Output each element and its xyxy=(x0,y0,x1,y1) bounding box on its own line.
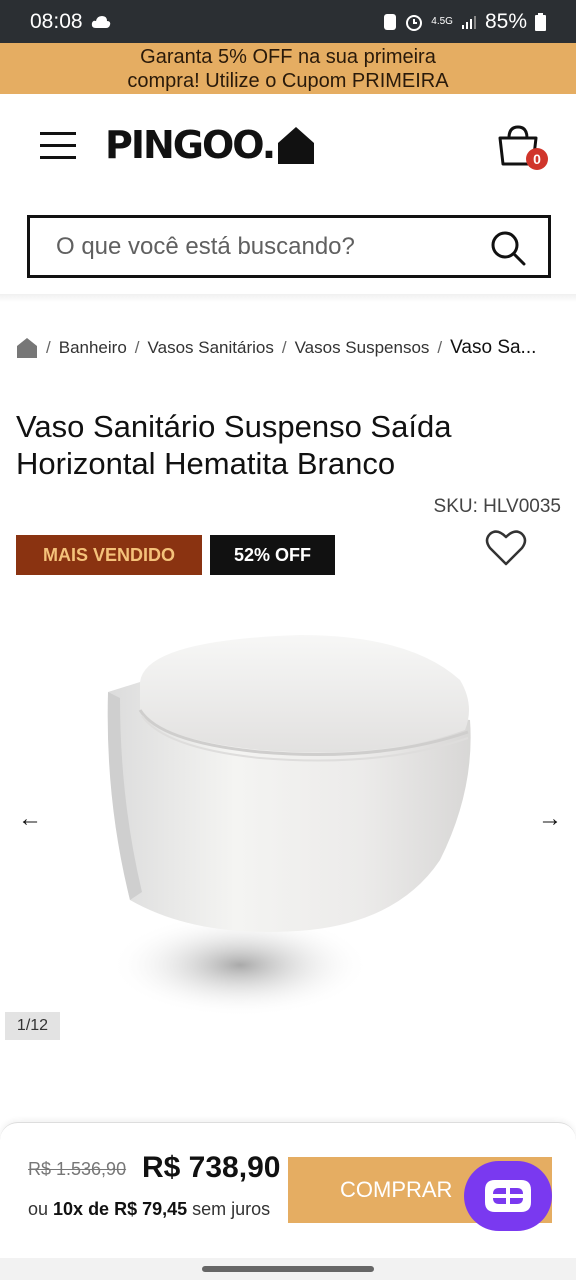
promo-line-2: compra! Utilize o Cupom PRIMEIRA xyxy=(127,70,449,92)
breadcrumb: / Banheiro / Vasos Sanitários / Vasos Su… xyxy=(16,333,561,363)
installments-text: ou 10x de R$ 79,45 sem juros xyxy=(28,1199,270,1220)
breadcrumb-item-banheiro[interactable]: Banheiro xyxy=(59,338,127,358)
chat-icon xyxy=(485,1180,531,1212)
logo-text: PINGOO. xyxy=(105,123,276,167)
status-right-group: 4.5G 85% xyxy=(383,10,546,34)
breadcrumb-item-vasos-sanitarios[interactable]: Vasos Sanitários xyxy=(148,338,274,358)
header-divider xyxy=(0,294,576,302)
installments-amount: 10x de R$ 79,45 xyxy=(53,1199,188,1219)
logo[interactable]: PINGOO. xyxy=(105,124,316,166)
installments-suffix: sem juros xyxy=(187,1199,271,1219)
cloud-icon xyxy=(91,15,110,28)
cart-count-badge: 0 xyxy=(526,148,548,170)
cart-button[interactable]: 0 xyxy=(496,124,552,174)
best-seller-badge: MAIS VENDIDO xyxy=(16,535,202,575)
status-time-group: 08:08 xyxy=(30,10,111,34)
product-title: Vaso Sanitário Suspenso Saída Horizontal… xyxy=(16,409,452,481)
prev-image-arrow[interactable]: ← xyxy=(18,805,42,833)
network-type: 4.5G xyxy=(431,15,453,27)
status-time: 08:08 xyxy=(30,9,83,33)
promo-banner[interactable]: Garanta 5% OFF na sua primeira compra! U… xyxy=(0,43,576,94)
breadcrumb-current: Vaso Sa... xyxy=(450,337,537,358)
buy-button-label: COMPRAR xyxy=(340,1177,453,1202)
battery-icon xyxy=(535,12,546,31)
signal-icon xyxy=(461,15,476,29)
installments-prefix: ou xyxy=(28,1199,54,1219)
breadcrumb-item-vasos-suspensos[interactable]: Vasos Suspensos xyxy=(295,338,430,358)
breadcrumb-separator: / xyxy=(281,338,287,357)
site-header: PINGOO. 0 xyxy=(0,94,576,204)
discount-badge: 52% OFF xyxy=(210,535,335,575)
alarm-icon xyxy=(406,14,423,31)
product-image[interactable] xyxy=(80,620,490,1040)
current-price: R$ 738,90 xyxy=(142,1151,281,1184)
breadcrumb-separator: / xyxy=(46,338,51,357)
search-bar xyxy=(27,215,551,278)
house-icon xyxy=(278,127,315,164)
menu-icon[interactable] xyxy=(40,132,76,160)
promo-line-1: Garanta 5% OFF na sua primeira xyxy=(140,46,436,68)
battery-percent: 85% xyxy=(484,9,527,33)
breadcrumb-separator: / xyxy=(437,338,443,357)
home-indicator[interactable] xyxy=(202,1266,374,1272)
shield-icon xyxy=(384,13,397,30)
product-sku: SKU: HLV0035 xyxy=(433,496,561,517)
search-input[interactable] xyxy=(56,232,476,261)
breadcrumb-separator: / xyxy=(134,338,140,357)
old-price: R$ 1.536,90 xyxy=(28,1159,127,1179)
status-bar: 08:08 4.5G 85% xyxy=(0,0,576,43)
image-counter: 1/12 xyxy=(5,1012,60,1040)
search-icon[interactable] xyxy=(490,230,526,266)
next-image-arrow[interactable]: → xyxy=(538,805,562,833)
system-nav-bar xyxy=(0,1258,576,1280)
home-icon[interactable] xyxy=(16,337,38,359)
heart-icon[interactable] xyxy=(485,528,527,568)
purchase-bar: R$ 1.536,90 R$ 738,90 ou 10x de R$ 79,45… xyxy=(0,1122,576,1258)
chat-button[interactable] xyxy=(464,1161,552,1231)
